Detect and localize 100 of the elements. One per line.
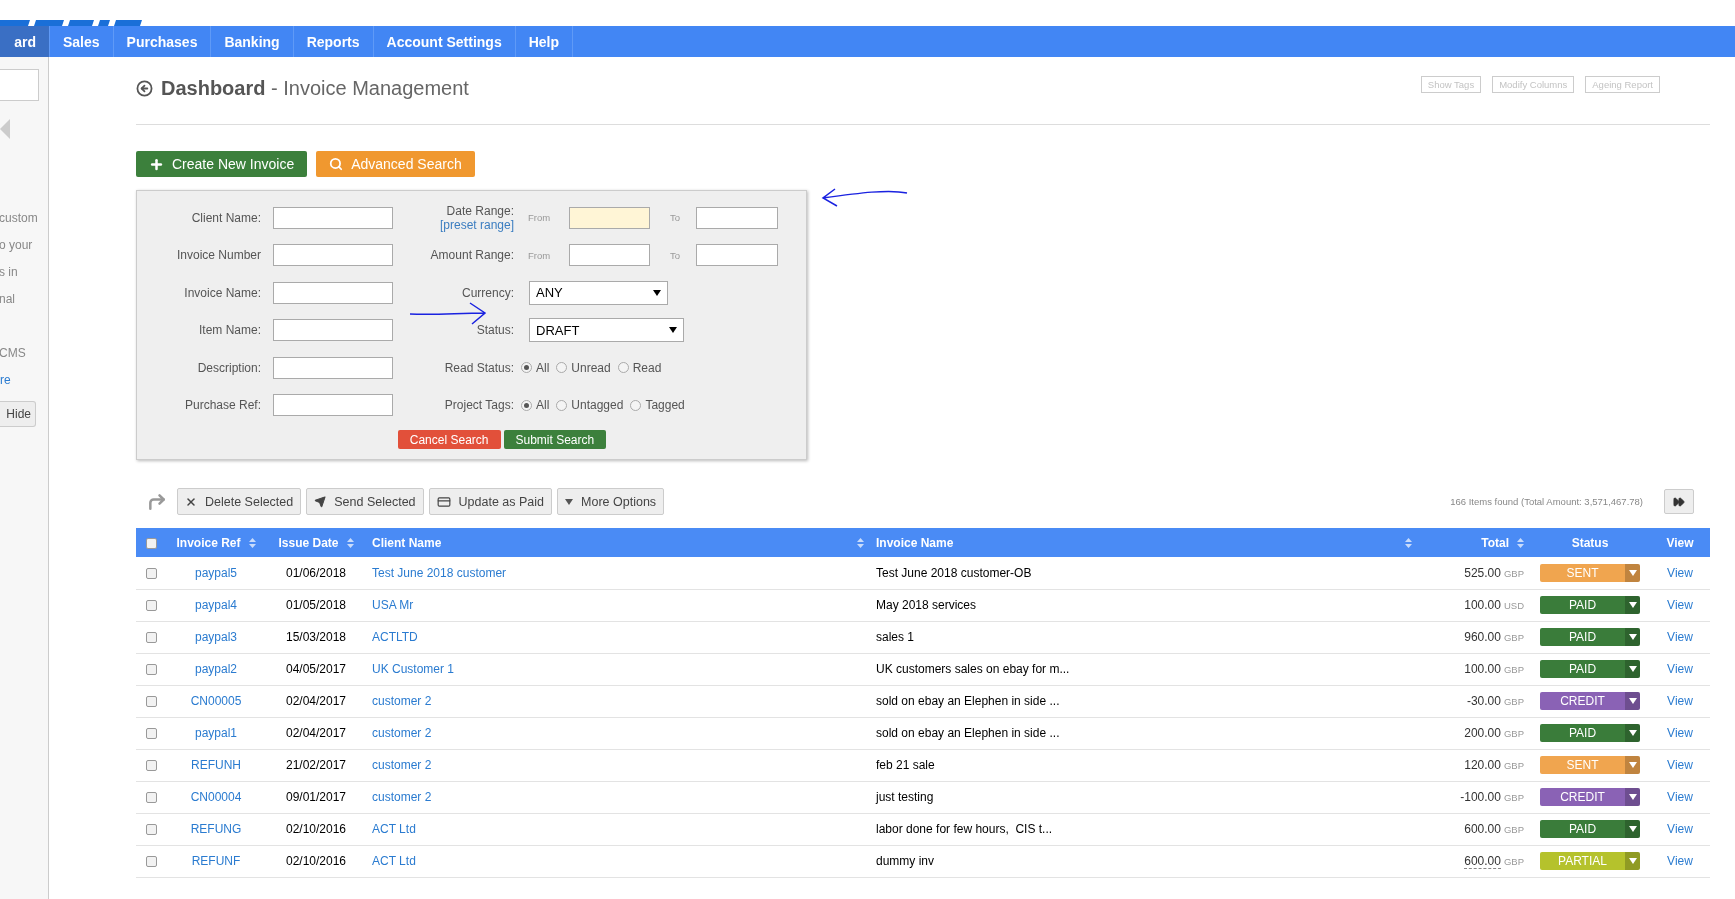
input-field[interactable] [273,356,393,379]
status-dropdown[interactable]: PAID [1540,820,1640,838]
checkbox[interactable] [145,568,157,580]
nav-item[interactable]: Purchases [113,26,212,57]
cancel-button[interactable]: Cancel Search [397,430,501,449]
toolbar-button[interactable]: More Options [557,488,665,515]
view-link[interactable]: View [1667,822,1693,836]
input-field[interactable] [273,319,393,342]
toolbar-button[interactable]: Update as Paid [428,488,553,515]
invoice-ref-link[interactable]: paypal1 [194,726,237,740]
nav-item[interactable]: Banking [211,26,294,57]
nav-item[interactable]: Account Settings [373,26,516,57]
view-link[interactable]: View [1667,630,1693,644]
status-dropdown[interactable]: PAID [1540,660,1640,678]
radio-icon[interactable] [556,362,568,374]
nav-item[interactable]: Help [515,26,574,57]
radio-icon[interactable] [617,362,629,374]
checkbox[interactable] [145,664,157,676]
sort-icon[interactable] [1405,537,1412,548]
view-link[interactable]: View [1667,790,1693,804]
view-link[interactable]: View [1667,726,1693,740]
checkbox[interactable] [145,824,157,836]
client-link[interactable]: USA Mr [372,598,414,612]
radio-icon[interactable] [630,399,642,411]
toolbar-button[interactable]: Send Selected [306,488,424,515]
view-link[interactable]: View [1667,854,1693,868]
invoice-ref-link[interactable]: paypal3 [194,630,237,644]
client-link[interactable]: ACTLTD [372,630,418,644]
create-button[interactable]: Create New Invoice [136,151,308,177]
next-page-button[interactable] [1664,489,1694,514]
view-link[interactable]: View [1667,758,1693,772]
from-field[interactable] [569,206,650,229]
nav-item[interactable]: ard [0,26,50,57]
radio-icon[interactable] [521,362,532,374]
status-dropdown[interactable]: CREDIT [1540,788,1640,806]
column-header[interactable]: Invoice Ref [166,528,266,557]
invoice-ref-link[interactable]: REFUNF [191,854,241,868]
from-field[interactable] [569,244,650,267]
radio-option[interactable]: Read [617,360,662,375]
client-link[interactable]: ACT Ltd [372,854,416,868]
invoice-ref-link[interactable]: REFUNH [191,758,241,772]
radio-option[interactable]: All [521,398,550,413]
input-field[interactable] [273,206,393,229]
submit-button[interactable]: Submit Search [503,430,607,449]
sort-icon[interactable] [248,537,256,548]
radio-icon[interactable] [521,399,532,411]
sort-icon[interactable] [857,537,864,548]
column-header[interactable]: Issue Date [266,528,366,557]
input-field[interactable] [273,281,393,304]
nav-item[interactable]: Sales [50,26,114,57]
checkbox[interactable] [145,600,157,612]
view-link[interactable]: View [1667,565,1693,580]
column-header[interactable]: Total [1418,528,1530,557]
client-link[interactable]: customer 2 [372,694,432,708]
client-link[interactable]: UK Customer 1 [372,662,455,676]
view-link[interactable]: View [1667,694,1693,708]
checkbox[interactable] [145,856,157,868]
radio-icon[interactable] [556,399,568,411]
invoice-ref-link[interactable]: REFUNG [190,822,242,836]
invoice-ref-link[interactable]: paypal4 [194,598,237,612]
client-link[interactable]: customer 2 [372,790,432,804]
status-dropdown[interactable]: PAID [1540,724,1640,742]
invoice-ref-link[interactable]: CN00004 [190,790,242,804]
invoice-ref-link[interactable]: paypal5 [194,565,237,580]
invoice-ref-link[interactable]: CN00005 [190,694,242,708]
radio-option[interactable]: All [521,360,550,375]
hide-button[interactable]: Hide [0,401,36,427]
nav-item[interactable]: Reports [293,26,374,57]
client-link[interactable]: ACT Ltd [372,822,416,836]
status-dropdown[interactable]: PAID [1540,628,1640,646]
to-field[interactable] [696,244,778,267]
invoice-ref-link[interactable]: paypal2 [194,662,237,676]
checkbox[interactable] [145,696,157,708]
client-link[interactable]: customer 2 [372,726,432,740]
column-header[interactable]: View [1650,528,1710,557]
sort-icon[interactable] [346,537,354,548]
column-header[interactable]: Status [1530,528,1650,557]
status-dropdown[interactable]: PAID [1540,596,1640,614]
client-link[interactable]: Test June 2018 customer [372,565,507,580]
client-link[interactable]: customer 2 [372,758,432,772]
status-dropdown[interactable]: CREDIT [1540,692,1640,710]
checkbox[interactable] [145,760,157,772]
radio-option[interactable]: Untagged [556,398,624,413]
sidebar-link[interactable]: re [0,367,11,394]
toolbar-button[interactable]: Delete Selected [177,488,302,515]
checkbox[interactable] [145,728,157,740]
radio-option[interactable]: Tagged [630,398,685,413]
checkbox[interactable] [145,792,157,804]
to-field[interactable] [696,206,778,229]
search-field[interactable] [0,69,39,101]
input-field[interactable] [273,244,393,267]
select-field[interactable]: DRAFT [529,318,684,343]
checkbox[interactable] [145,632,157,644]
input-field[interactable] [273,394,393,417]
select-field[interactable]: ANY [529,280,668,305]
column-header[interactable]: Invoice Name [870,528,1418,557]
column-header[interactable]: Client Name [366,528,870,557]
radio-option[interactable]: Unread [556,360,611,375]
checkbox[interactable] [145,537,157,549]
view-link[interactable]: View [1667,598,1693,612]
